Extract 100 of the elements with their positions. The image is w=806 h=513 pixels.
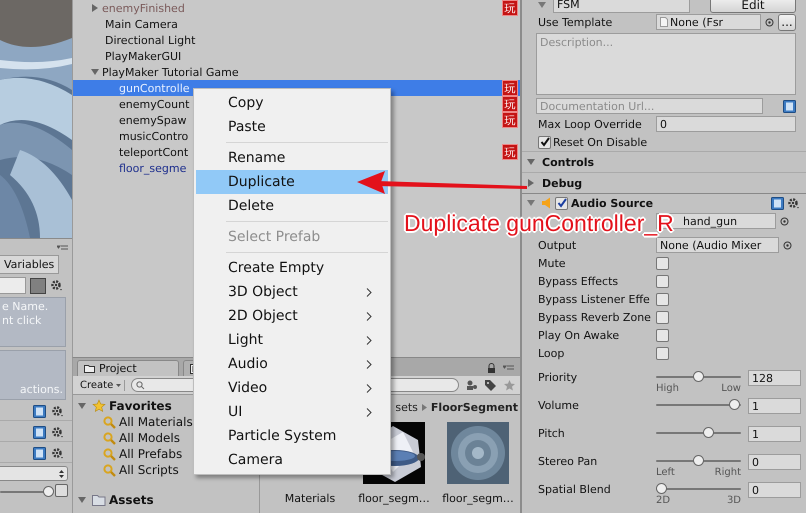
tree-item[interactable]: All Prefabs [119, 447, 182, 461]
section-header[interactable]: Controls [522, 151, 806, 172]
hierarchy-item[interactable]: Directional Light [105, 34, 196, 46]
value-field[interactable]: 0 [748, 482, 801, 498]
collapsed-triangle-icon[interactable] [91, 4, 99, 12]
hierarchy-item[interactable]: teleportCont [119, 146, 188, 158]
menu-item[interactable]: Create Empty [196, 256, 388, 280]
create-button[interactable]: Create [77, 380, 126, 390]
help-icon[interactable] [33, 405, 46, 418]
asset-label[interactable]: Materials [284, 492, 336, 505]
field-label: Stereo Pan [538, 455, 598, 468]
menu-item[interactable]: Paste [196, 115, 388, 139]
checkbox[interactable] [656, 292, 669, 306]
menu-button[interactable] [55, 484, 68, 497]
object-picker-icon[interactable] [780, 216, 789, 226]
menu-item[interactable]: Copy [196, 91, 388, 115]
help-icon[interactable] [771, 196, 784, 210]
expanded-triangle-icon[interactable] [91, 68, 99, 76]
expanded-triangle-icon[interactable] [527, 158, 535, 166]
checkbox[interactable] [656, 346, 669, 360]
value-field[interactable]: 1 [748, 398, 801, 414]
collapsed-triangle-icon[interactable] [527, 179, 535, 187]
expanded-triangle-icon[interactable] [538, 0, 546, 8]
expanded-triangle-icon[interactable] [78, 402, 86, 410]
tree-item[interactable]: All Materials [119, 415, 193, 429]
more-button[interactable]: ... [778, 14, 796, 30]
tree-item[interactable]: Favorites [109, 399, 172, 413]
hierarchy-item[interactable]: PlayMaker Tutorial Game [102, 66, 239, 78]
checkbox[interactable] [656, 328, 669, 342]
tag-icon[interactable] [484, 378, 497, 392]
slider[interactable] [0, 484, 53, 496]
max-loop-field[interactable]: 0 [656, 116, 796, 132]
menu-item[interactable]: Rename [196, 146, 388, 170]
hierarchy-item[interactable]: floor_segme [119, 162, 186, 174]
template-field[interactable]: None (Fsr [656, 14, 761, 30]
value-field[interactable]: 128 [748, 370, 801, 386]
hierarchy-item[interactable]: Main Camera [105, 18, 178, 30]
asset-label[interactable]: floor_segm… [442, 492, 514, 505]
dropdown[interactable] [0, 466, 68, 481]
expanded-triangle-icon[interactable] [78, 496, 86, 504]
menu-item[interactable]: UI [196, 400, 388, 424]
help-icon[interactable] [33, 447, 46, 460]
breadcrumb-link[interactable]: sets [395, 401, 418, 414]
tree-item[interactable]: Assets [109, 493, 154, 507]
fsm-name-field[interactable]: FSM [553, 0, 690, 12]
variables-tab[interactable]: Variables [0, 255, 60, 274]
color-swatch[interactable] [30, 278, 46, 294]
star-icon[interactable] [503, 378, 516, 392]
gear-icon[interactable] [50, 279, 63, 292]
panel-menu-icon[interactable] [503, 365, 514, 372]
slider[interactable] [656, 454, 741, 468]
filter-by-type-icon[interactable] [465, 378, 478, 392]
breadcrumb-link[interactable]: FloorSegment [430, 401, 518, 414]
object-picker-icon[interactable] [765, 18, 774, 26]
menu-item[interactable]: Delete [196, 194, 388, 218]
gear-icon[interactable] [51, 405, 64, 418]
hierarchy-item[interactable]: enemySpaw [119, 114, 186, 126]
menu-item[interactable]: Video [196, 376, 388, 400]
checkbox[interactable] [555, 196, 568, 210]
menu-item[interactable]: Particle System [196, 424, 388, 448]
object-picker-icon[interactable] [783, 240, 792, 250]
checkbox[interactable] [538, 136, 551, 148]
tree-item[interactable]: All Scripts [119, 463, 179, 477]
hierarchy-item[interactable]: musicContro [119, 130, 188, 142]
value-field[interactable]: 1 [748, 426, 801, 442]
panel-menu-icon[interactable] [57, 245, 68, 252]
lock-icon[interactable] [487, 363, 496, 373]
slider[interactable] [656, 482, 741, 496]
checkbox[interactable] [656, 310, 669, 324]
folder-icon [84, 364, 95, 373]
menu-item[interactable]: Light [196, 328, 388, 352]
slider-end-label: Right [714, 468, 741, 478]
search-icon [103, 432, 116, 444]
tree-item[interactable]: All Models [119, 431, 180, 445]
project-tab[interactable]: Project [77, 360, 179, 376]
hierarchy-item[interactable]: PlayMakerGUI [105, 50, 182, 62]
menu-item[interactable]: Duplicate [196, 170, 388, 194]
hierarchy-item[interactable]: enemyCount [119, 98, 190, 110]
menu-item[interactable]: 3D Object [196, 280, 388, 304]
hint-text: nt click [2, 314, 42, 328]
slider[interactable] [656, 370, 741, 384]
hierarchy-item[interactable]: enemyFinished [102, 2, 185, 14]
value-field[interactable]: 0 [748, 454, 801, 470]
section-header[interactable]: Debug [522, 172, 806, 193]
slider[interactable] [656, 426, 741, 440]
help-icon[interactable] [783, 100, 796, 112]
gear-icon[interactable] [51, 426, 64, 439]
asset-label[interactable]: floor_segm… [358, 492, 430, 505]
slider[interactable] [656, 398, 741, 412]
output-field[interactable]: None (Audio Mixer [656, 237, 779, 253]
checkbox[interactable] [656, 256, 669, 270]
expanded-triangle-icon[interactable] [527, 199, 535, 207]
gear-icon[interactable] [51, 447, 64, 460]
menu-item[interactable]: Audio [196, 352, 388, 376]
name-field[interactable] [0, 277, 26, 294]
menu-item[interactable]: 2D Object [196, 304, 388, 328]
menu-item[interactable]: Camera [196, 448, 388, 472]
help-icon[interactable] [33, 426, 46, 439]
gear-icon[interactable] [787, 196, 800, 210]
checkbox[interactable] [656, 274, 669, 288]
